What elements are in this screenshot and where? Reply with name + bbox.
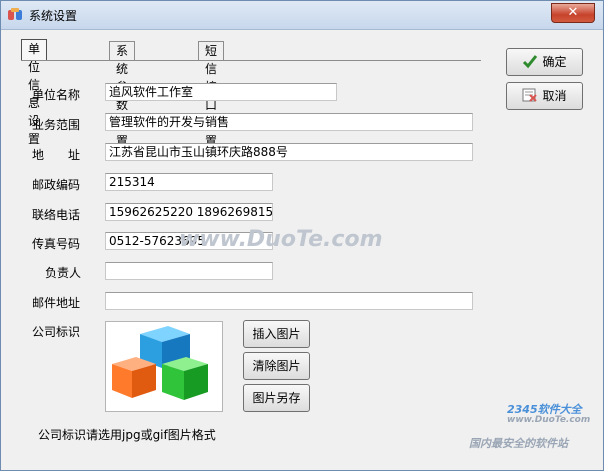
company-logo-image [105, 321, 223, 412]
company-name-field[interactable]: 追风软件工作室 [105, 83, 337, 101]
tab-sms-interface[interactable]: 短信接口设置 [198, 41, 225, 148]
email-field[interactable] [105, 292, 473, 310]
cubes-logo-icon [112, 326, 208, 400]
tab-divider [21, 60, 481, 61]
fax-label: 传真号码 [32, 237, 81, 251]
clear-image-button[interactable]: 清除图片 [243, 352, 310, 380]
address-field[interactable]: 江苏省昆山市玉山镇环庆路888号 [105, 143, 473, 161]
corner-watermark-slogan: 国内最安全的软件站 [469, 437, 568, 450]
manager-label: 负责人 [45, 266, 82, 280]
tab-company-info[interactable]: 单位信息设置 [21, 39, 48, 146]
email-label: 邮件地址 [32, 296, 81, 310]
app-icon [8, 8, 22, 20]
business-scope-field[interactable]: 管理软件的开发与销售 [105, 113, 473, 131]
ok-button-label: 确定 [542, 55, 567, 69]
cancel-icon [522, 88, 538, 102]
title-bar: 系统设置 ✕ [1, 1, 603, 30]
logo-format-hint: 公司标识请选用jpg或gif图片格式 [38, 428, 216, 442]
tab-system-params[interactable]: 系统参数设置 [109, 41, 136, 148]
cancel-button-label: 取消 [542, 89, 567, 103]
save-image-as-button[interactable]: 图片另存 [243, 384, 310, 412]
checkmark-icon [523, 55, 538, 69]
close-button[interactable]: ✕ [551, 3, 595, 23]
center-watermark: www.DuoTe.com [179, 227, 383, 252]
postal-code-label: 邮政编码 [32, 178, 81, 192]
window-title: 系统设置 [29, 9, 78, 23]
business-scope-label: 业务范围 [32, 118, 81, 132]
postal-code-field[interactable]: 215314 [105, 173, 273, 191]
settings-window: 系统设置 ✕ 单位信息设置 系统参数设置 短信接口设置 单位名称 业务范围 地 … [0, 0, 604, 471]
manager-field[interactable] [105, 262, 273, 280]
cancel-button[interactable]: 取消 [506, 82, 583, 110]
logo-label: 公司标识 [32, 325, 81, 339]
ok-button[interactable]: 确定 [506, 48, 583, 76]
window-content: 单位信息设置 系统参数设置 短信接口设置 单位名称 业务范围 地 址 邮政编码 … [7, 31, 597, 464]
address-label: 地 址 [32, 148, 81, 162]
phone-field[interactable]: 15962625220 18962698151 [105, 203, 273, 221]
insert-image-button[interactable]: 插入图片 [243, 320, 310, 348]
phone-label: 联络电话 [32, 208, 81, 222]
company-name-label: 单位名称 [32, 88, 81, 102]
corner-watermark-url: www.DuoTe.com [507, 415, 591, 425]
